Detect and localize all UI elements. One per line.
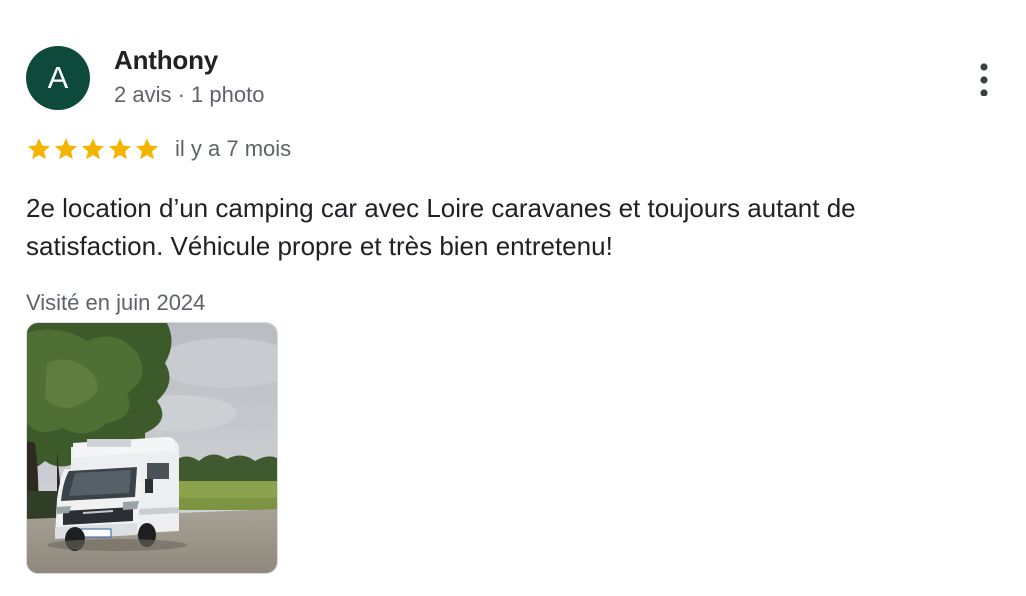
star-icon [28, 138, 50, 160]
star-icon [109, 138, 131, 160]
star-icon [55, 138, 77, 160]
more-vert-icon [980, 63, 988, 96]
review-date: il y a 7 mois [175, 136, 292, 161]
visit-date: Visité en juin 2024 [26, 290, 206, 315]
camping-car-photo [27, 323, 277, 573]
author-avatar[interactable]: A [26, 46, 90, 110]
star-icon [82, 138, 104, 160]
more-options-button[interactable] [964, 56, 1004, 100]
author-stats: 2 avis · 1 photo [114, 82, 265, 107]
rating-row: il y a 7 mois [26, 132, 291, 166]
star-icon [136, 138, 158, 160]
author-name[interactable]: Anthony [114, 45, 218, 76]
star-rating [26, 136, 160, 162]
review-card: A Anthony 2 avis · 1 photo il y a 7 mois… [0, 0, 1026, 596]
review-text: 2e location d’un camping car avec Loire … [26, 193, 856, 261]
review-photo[interactable] [26, 322, 278, 574]
